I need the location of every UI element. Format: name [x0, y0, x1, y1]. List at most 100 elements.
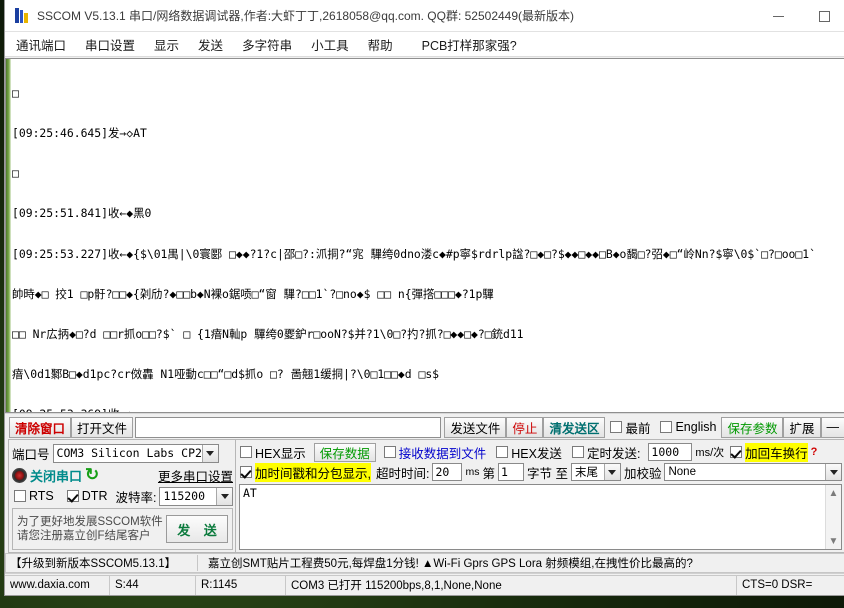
port-status-icon — [12, 467, 27, 483]
clear-window-button[interactable]: 清除窗口 — [9, 416, 72, 438]
timestamp-label: 加时间戳和分包显示, — [255, 462, 371, 482]
rts-checkbox[interactable]: RTS — [14, 489, 54, 503]
send-button[interactable]: 发 送 — [166, 515, 228, 543]
menu-item-multi-string[interactable]: 多字符串 — [240, 34, 294, 55]
dtr-checkbox[interactable]: DTR — [66, 489, 107, 503]
send-textarea[interactable]: AT ▲ ▼ — [239, 484, 842, 550]
timestamp-checkbox[interactable]: 加时间戳和分包显示, — [240, 462, 371, 482]
menu-item-tools[interactable]: 小工具 — [309, 34, 351, 55]
english-checkbox[interactable]: English — [660, 420, 716, 434]
baud-select[interactable]: 115200 — [159, 486, 233, 506]
options-row-1: HEX显示 保存数据 接收数据到文件 HEX发送 定时发送: 1000 ms/次… — [239, 442, 842, 462]
flow-control-row: RTS DTR 波特率: 115200 — [12, 486, 233, 506]
port-select[interactable]: COM3 Silicon Labs CP210x U — [52, 443, 219, 463]
checkbox-box[interactable] — [730, 446, 743, 458]
status-website[interactable]: www.daxia.com — [5, 574, 110, 595]
open-file-button[interactable]: 打开文件 — [71, 416, 134, 438]
status-cts-dsr: CTS=0 DSR= — [737, 574, 844, 595]
topmost-label: 最前 — [625, 421, 651, 436]
hex-display-label: HEX显示 — [255, 446, 306, 461]
recv-to-file-checkbox[interactable]: 接收数据到文件 — [383, 443, 487, 462]
checkbox-box[interactable] — [240, 446, 252, 458]
topmost-checkbox[interactable]: 最前 — [610, 418, 650, 437]
menu-item-display[interactable]: 显示 — [152, 34, 181, 55]
log-left-edge — [6, 59, 11, 412]
byte-from-input[interactable]: 1 — [497, 463, 524, 481]
save-params-button[interactable]: 保存参数 — [721, 416, 784, 438]
chevron-down-icon[interactable] — [216, 487, 232, 505]
log-line: [09:25:51.841]收←◆黑0 — [12, 206, 152, 221]
byte-end-value: 末尾 — [574, 467, 598, 479]
extend-button[interactable]: 扩展 — [783, 416, 821, 438]
scroll-up-icon[interactable]: ▲ — [826, 485, 842, 501]
menu-item-pcb-ad[interactable]: PCB打样那家强? — [420, 34, 519, 55]
port-row: 端口号 COM3 Silicon Labs CP210x U — [12, 442, 233, 464]
byte-to-label: 字节 至 — [526, 466, 568, 481]
receive-area[interactable]: □ [09:25:46.645]发→◇AT □ [09:25:51.841]收←… — [5, 58, 844, 413]
log-line: [09:25:53.369]收←◆ — [12, 408, 844, 412]
hex-display-checkbox[interactable]: HEX显示 — [240, 443, 306, 462]
menu-item-comm-port[interactable]: 通讯端口 — [14, 34, 68, 55]
send-scrollbar[interactable]: ▲ ▼ — [825, 485, 841, 549]
crlf-checkbox[interactable]: 加回车换行 — [730, 442, 808, 462]
clear-send-area-button[interactable]: 清发送区 — [543, 416, 606, 438]
maximize-button[interactable] — [801, 0, 844, 32]
checkbox-box[interactable] — [571, 446, 584, 458]
status-bar: www.daxia.com S:44 R:1145 COM3 已打开 11520… — [5, 573, 844, 595]
scroll-down-icon[interactable]: ▼ — [826, 533, 842, 549]
log-line: □ — [12, 166, 19, 181]
promo-text[interactable]: 嘉立创SMT贴片工程费50元,每焊盘1分钱! ▲Wi-Fi Gprs GPS L… — [198, 555, 693, 571]
crlf-help-icon[interactable]: ? — [811, 446, 818, 458]
log-line: □ — [12, 85, 19, 100]
chevron-down-icon[interactable] — [201, 444, 218, 462]
action-toolbar: 清除窗口 打开文件 发送文件 停止 清发送区 最前 English 保存参数 扩… — [5, 413, 844, 438]
registration-line-1: 为了更好地发展SSCOM软件 — [17, 516, 163, 528]
send-textarea-value: AT — [243, 486, 257, 500]
hex-send-checkbox[interactable]: HEX发送 — [496, 443, 562, 462]
timed-send-input[interactable]: 1000 — [648, 443, 693, 461]
checkbox-box[interactable] — [14, 490, 26, 502]
port-label: 端口号 — [12, 447, 50, 462]
upgrade-link[interactable]: 【升级到新版本SSCOM5.13.1】 — [6, 555, 198, 571]
registration-notice: 为了更好地发展SSCOM软件 请您注册嘉立创F结尾客户 发 送 — [12, 508, 233, 550]
collapse-button[interactable]: — — [820, 416, 844, 438]
checkbox-box[interactable] — [66, 490, 79, 502]
checkbox-box[interactable] — [610, 421, 623, 433]
log-text: □ [09:25:46.645]发→◇AT □ [09:25:51.841]收←… — [12, 59, 844, 412]
timeout-input[interactable]: 20 — [432, 463, 463, 481]
status-sent-count: S:44 — [110, 574, 196, 595]
log-line: [09:25:53.227]收←◆{$\01禺|\0寰郾 □◆◆?1?c|邵□?… — [12, 246, 816, 261]
hex-send-label: HEX发送 — [511, 446, 562, 461]
port-select-value: COM3 Silicon Labs CP210x U — [56, 446, 218, 460]
menu-item-send[interactable]: 发送 — [196, 34, 225, 55]
checkbox-box[interactable] — [660, 421, 673, 433]
log-line: 帥時◆□ 挍1 □p骬?□□◆{刴劤?◆□□b◆N裸o鋸唝□“窗 驆?□□1`?… — [12, 286, 494, 301]
promo-bar: 【升级到新版本SSCOM5.13.1】 嘉立创SMT贴片工程费50元,每焊盘1分… — [5, 553, 844, 573]
recv-to-file-label: 接收数据到文件 — [398, 446, 487, 461]
file-path-input[interactable] — [135, 416, 442, 438]
stop-button[interactable]: 停止 — [506, 416, 544, 438]
baud-label: 波特率: — [115, 490, 157, 505]
checkbox-box[interactable] — [240, 466, 252, 478]
window-title: SSCOM V5.13.1 串口/网络数据调试器,作者:大虾丁丁,2618058… — [37, 9, 575, 23]
checksum-select[interactable]: None — [664, 463, 842, 481]
menu-item-serial-settings[interactable]: 串口设置 — [83, 34, 137, 55]
checkbox-box[interactable] — [383, 446, 396, 458]
refresh-icon[interactable]: ↻ — [85, 466, 102, 484]
menu-item-help[interactable]: 帮助 — [366, 34, 395, 55]
save-data-button[interactable]: 保存数据 — [313, 442, 376, 462]
checkbox-box[interactable] — [496, 446, 509, 458]
timed-send-checkbox[interactable]: 定时发送: — [571, 443, 640, 462]
settings-panel: 端口号 COM3 Silicon Labs CP210x U 关闭串口 ↻ 更多… — [5, 438, 844, 553]
status-port-info: COM3 已打开 115200bps,8,1,None,None — [286, 574, 737, 595]
log-line: 瘖\0d1鄹B□◆d1pc?cr傚轟 N1哑動c□□“□d$抓o □? 啚翹1缓… — [12, 367, 440, 382]
chevron-down-icon[interactable] — [825, 464, 841, 480]
more-serial-settings-button[interactable]: 更多串口设置 — [158, 466, 233, 485]
close-port-button[interactable]: 关闭串口 — [30, 466, 82, 485]
minimize-button[interactable] — [755, 0, 801, 32]
send-file-button[interactable]: 发送文件 — [444, 416, 507, 438]
byte-end-select[interactable]: 末尾 — [570, 463, 621, 481]
log-line: □□ Nr広抦◆□?d □□r抓o□□?$` □ {1瘖N軕p 驆绔0夒鈩r□o… — [12, 327, 524, 342]
chevron-down-icon[interactable] — [603, 464, 620, 480]
timeout-unit-label: ms — [465, 466, 480, 478]
